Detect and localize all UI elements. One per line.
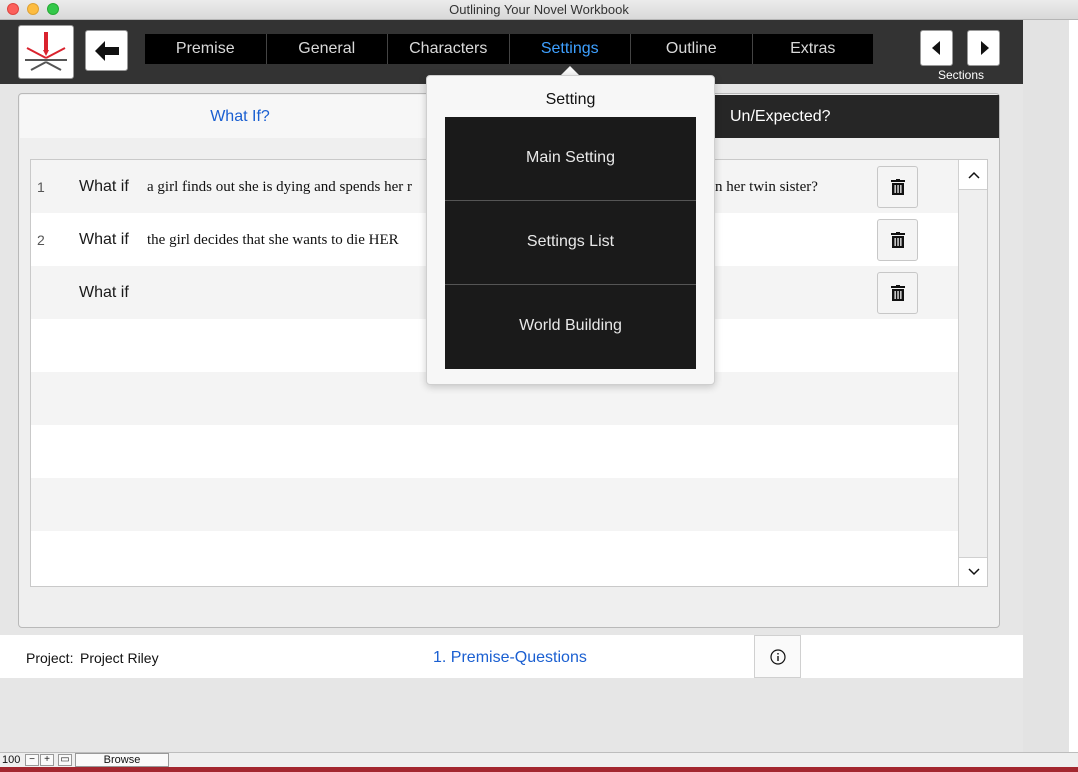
info-button[interactable]: [754, 635, 801, 678]
chevron-up-icon: [967, 171, 980, 179]
menu-item-main-setting[interactable]: Main Setting: [445, 117, 696, 201]
delete-row-button[interactable]: [877, 166, 918, 208]
trash-icon: [890, 285, 905, 301]
tab-extras[interactable]: Extras: [753, 34, 874, 64]
delete-row-button[interactable]: [877, 272, 918, 314]
mode-select[interactable]: Browse: [75, 753, 169, 767]
window-margin: [1023, 20, 1069, 753]
toolbar-toggle-button[interactable]: ▭: [58, 754, 72, 766]
popover-menu: Main Setting Settings List World Buildin…: [445, 117, 696, 369]
info-icon: [769, 648, 786, 665]
zoom-in-button[interactable]: +: [40, 754, 54, 766]
list-scrollbar[interactable]: [958, 160, 987, 586]
tab-premise[interactable]: Premise: [145, 34, 267, 64]
app-logo[interactable]: [18, 25, 74, 79]
back-arrow-icon: [94, 40, 119, 61]
trash-icon: [890, 232, 905, 248]
project-label: Project:: [26, 650, 74, 666]
tab-outline[interactable]: Outline: [631, 34, 753, 64]
chevron-right-icon: [980, 41, 989, 55]
logo-icon: [25, 32, 67, 71]
empty-row: [31, 425, 958, 478]
premise-questions-link[interactable]: 1. Premise-Questions: [433, 649, 587, 667]
row-text-field[interactable]: a girl finds out she is dying and spends…: [147, 179, 412, 196]
settings-popover: Setting Main Setting Settings List World…: [426, 75, 715, 385]
row-text-field[interactable]: the girl decides that she wants to die H…: [147, 232, 399, 249]
row-label: What if: [79, 231, 129, 248]
back-button[interactable]: [85, 30, 128, 71]
project-name: Project Riley: [80, 650, 159, 666]
empty-row: [31, 478, 958, 531]
empty-row: [31, 531, 958, 584]
row-number: 1: [37, 179, 45, 195]
tab-general[interactable]: General: [267, 34, 388, 64]
row-number: 2: [37, 232, 45, 248]
zoom-level: 100: [2, 754, 21, 766]
scroll-down-button[interactable]: [959, 557, 987, 586]
footer-bar: Project: Project Riley 1. Premise-Questi…: [0, 635, 1023, 678]
window-titlebar: Outlining Your Novel Workbook: [0, 0, 1078, 20]
scroll-up-button[interactable]: [959, 160, 987, 190]
next-section-button[interactable]: [967, 30, 1000, 66]
tab-settings[interactable]: Settings: [510, 34, 631, 64]
menu-item-world-building[interactable]: World Building: [445, 285, 696, 369]
trash-icon: [890, 179, 905, 195]
row-label: What if: [79, 178, 129, 195]
window-title: Outlining Your Novel Workbook: [449, 2, 629, 17]
zoom-out-button[interactable]: −: [25, 754, 39, 766]
chevron-down-icon: [967, 568, 980, 576]
row-label: What if: [79, 284, 129, 301]
chevron-left-icon: [931, 41, 940, 55]
tab-characters[interactable]: Characters: [388, 34, 510, 64]
sections-label: Sections: [937, 68, 985, 82]
window-edge: [1069, 20, 1078, 753]
subtab-unexpected-label: Un/Expected?: [730, 108, 831, 125]
row-text-tail: n her twin sister?: [715, 179, 818, 195]
status-bar: 100 − + ▭ Browse: [0, 752, 1078, 767]
popover-title: Setting: [545, 91, 596, 108]
subtab-what-if[interactable]: What If?: [20, 95, 460, 138]
previous-section-button[interactable]: [920, 30, 953, 66]
menu-item-settings-list[interactable]: Settings List: [445, 201, 696, 285]
delete-row-button[interactable]: [877, 219, 918, 261]
bottom-edge: [0, 767, 1078, 772]
main-tabs: Premise General Characters Settings Outl…: [145, 34, 873, 64]
